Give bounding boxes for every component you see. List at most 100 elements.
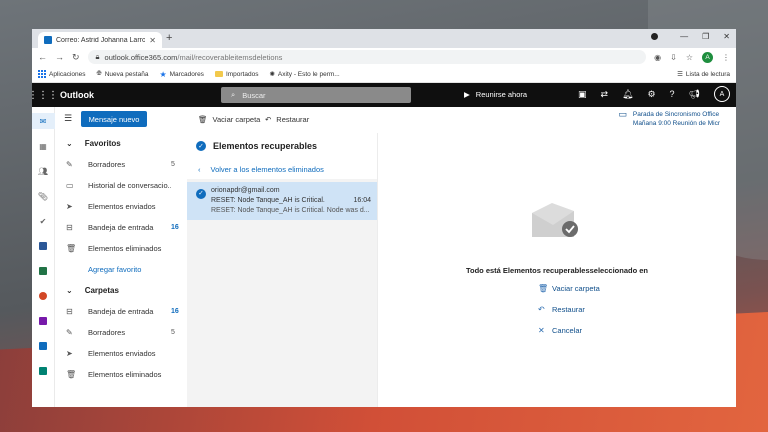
- settings-gear-icon[interactable]: ⚙: [647, 89, 655, 100]
- bookmark-markers[interactable]: ★ Marcadores: [159, 70, 204, 79]
- tab-title: Correo: Astrid Johanna Larrota C: [56, 36, 146, 44]
- outlook-brand[interactable]: Outlook: [60, 90, 94, 100]
- reading-list[interactable]: ☰ Lista de lectura: [677, 70, 730, 79]
- folder-item-inbox[interactable]: ⊟ Bandeja de entrada 16: [55, 301, 187, 322]
- message-subject: RESET: Node Tanque_AH is Critical.: [211, 197, 325, 204]
- envelope-check-illustration-icon: [532, 203, 578, 237]
- browser-tab[interactable]: Correo: Astrid Johanna Larrota C ✕: [38, 32, 162, 48]
- folders-header[interactable]: ⌄ Carpetas: [55, 280, 187, 301]
- close-icon: ✕: [538, 326, 545, 335]
- install-icon[interactable]: ⇩: [670, 53, 677, 62]
- chevron-down-icon: ⌄: [66, 286, 73, 295]
- app-rail: ✉ ▦ 👥︎ 📎︎ ✔: [32, 107, 55, 407]
- bell-icon[interactable]: 🔔︎: [622, 89, 633, 100]
- globe-icon: 🌐︎: [96, 70, 102, 77]
- address-bar[interactable]: 🔒︎ outlook.office365.com/mail/recoverabl…: [87, 50, 647, 64]
- close-tab-icon[interactable]: ✕: [149, 36, 156, 45]
- message-preview: RESET: Node Tanque_AH is Critical. Node …: [211, 207, 370, 214]
- folder-icon: [214, 71, 223, 77]
- meet-now-button[interactable]: ▶ Reunirse ahora: [464, 90, 527, 99]
- bookmarks-bar: Aplicaciones 🌐︎ Nueva pestaña ★ Marcadores…: [32, 66, 736, 83]
- excel-icon[interactable]: [37, 263, 50, 279]
- star-icon: ★: [159, 69, 167, 79]
- calendar-icon[interactable]: ▦: [37, 138, 50, 154]
- send-icon: ➤: [66, 349, 73, 358]
- folder-item-deleted[interactable]: 🗑︎ Elementos eliminados: [55, 364, 187, 385]
- reading-empty-folder-button[interactable]: 🗑︎ Vaciar carpeta: [538, 284, 600, 293]
- outlook-body: ✉ ▦ 👥︎ 📎︎ ✔ ☰ Mensaje nuevo 🗑︎ Vaciar ca…: [32, 107, 736, 407]
- outlook-header: ⋮⋮⋮ Outlook ⌕ Buscar ▶ Reunirse ahora ▣ …: [32, 83, 736, 107]
- reload-icon[interactable]: ↻: [72, 52, 80, 63]
- attachment-icon[interactable]: 📎︎: [37, 188, 50, 204]
- forward-icon[interactable]: →: [55, 52, 64, 62]
- pencil-icon: ✎: [66, 328, 73, 337]
- command-bar: ☰ Mensaje nuevo 🗑︎ Vaciar carpeta ↶ Rest…: [55, 107, 736, 133]
- add-favorite-link[interactable]: Agregar favorito: [55, 259, 187, 280]
- close-window-icon[interactable]: ✕: [723, 32, 730, 41]
- app-launcher-icon[interactable]: ⋮⋮⋮: [32, 90, 58, 101]
- search-box[interactable]: ⌕ Buscar: [221, 87, 411, 103]
- teams-icon[interactable]: ▣: [578, 89, 587, 100]
- folder-item-deleted[interactable]: 🗑︎ Elementos eliminados: [55, 238, 187, 259]
- window-controls: — ❐ ✕: [651, 32, 730, 41]
- message-list-title: Elementos recuperables: [213, 141, 318, 151]
- folder-item-sent[interactable]: ➤ Elementos enviados: [55, 343, 187, 364]
- help-icon[interactable]: ?: [670, 89, 675, 99]
- undo-icon: ↶: [538, 305, 545, 314]
- trash-icon: 🗑︎: [538, 284, 549, 293]
- upcoming-event[interactable]: ▭ Parada de Sincronismo Office Mañana 9:…: [618, 110, 720, 128]
- record-icon[interactable]: [651, 33, 659, 40]
- trash-icon: 🗑︎: [198, 115, 208, 124]
- back-icon[interactable]: ←: [38, 52, 47, 62]
- folder-item-drafts[interactable]: ✎ Borradores 5: [55, 154, 187, 175]
- onenote-icon[interactable]: [37, 313, 50, 329]
- event-title: Parada de Sincronismo Office: [632, 111, 720, 118]
- folder-item-history[interactable]: ▭ Historial de conversacio...: [55, 175, 187, 196]
- power-automate-icon[interactable]: [37, 338, 50, 354]
- menu-kebab-icon[interactable]: ⋮: [722, 53, 730, 62]
- restore-button[interactable]: ↶ Restaurar: [265, 115, 309, 124]
- new-message-button[interactable]: Mensaje nuevo: [81, 111, 147, 127]
- eye-icon[interactable]: ◉: [654, 53, 661, 62]
- hamburger-menu-icon[interactable]: ☰: [64, 113, 72, 124]
- apps-grid-icon: [38, 70, 46, 78]
- folder-item-drafts[interactable]: ✎ Borradores 5: [55, 322, 187, 343]
- sync-icon[interactable]: ⇄: [600, 89, 608, 100]
- bookmark-axity[interactable]: ✺ Axity - Esto le perm...: [269, 70, 339, 79]
- url-domain: outlook.office365.com: [104, 52, 178, 62]
- address-bar-row: ← → ↻ 🔒︎ outlook.office365.com/mail/reco…: [32, 48, 736, 66]
- people-icon[interactable]: 👥︎: [37, 163, 50, 179]
- bookmark-new-tab[interactable]: 🌐︎ Nueva pestaña: [97, 70, 149, 78]
- bookmark-star-icon[interactable]: ☆: [686, 53, 693, 62]
- favorites-header[interactable]: ⌄ Favoritos: [55, 133, 187, 154]
- video-camera-icon: ▶: [464, 90, 470, 99]
- profile-avatar[interactable]: A: [702, 51, 713, 63]
- bookmark-apps[interactable]: Aplicaciones: [38, 70, 86, 78]
- reading-cancel-button[interactable]: ✕ Cancelar: [538, 326, 582, 335]
- mail-icon[interactable]: ✉: [32, 113, 55, 129]
- feedback-megaphone-icon[interactable]: 📢︎: [689, 89, 700, 100]
- restore-window-icon[interactable]: ❐: [702, 32, 709, 41]
- todo-icon[interactable]: ✔: [37, 213, 50, 229]
- send-icon: ➤: [66, 202, 73, 211]
- word-icon[interactable]: [37, 238, 50, 254]
- message-item[interactable]: ✓ orionapdr@gmail.com RESET: Node Tanque…: [187, 182, 377, 220]
- powerpoint-icon[interactable]: [37, 288, 50, 304]
- folder-item-sent[interactable]: ➤ Elementos enviados: [55, 196, 187, 217]
- minimize-icon[interactable]: —: [680, 32, 688, 41]
- chevron-left-icon: ‹: [198, 164, 201, 174]
- bookmark-imported[interactable]: Importados: [214, 71, 258, 78]
- select-all-check-icon[interactable]: ✓: [196, 141, 206, 151]
- back-to-deleted-link[interactable]: ‹ Volver a los elementos eliminados: [187, 159, 377, 179]
- sway-icon[interactable]: [37, 363, 50, 379]
- inbox-icon: ⊟: [66, 307, 73, 316]
- selected-check-icon[interactable]: ✓: [196, 189, 206, 199]
- event-time: Mañana 9:00 Reunión de Micr: [632, 120, 720, 127]
- reading-restore-button[interactable]: ↶ Restaurar: [538, 305, 585, 314]
- folder-item-inbox[interactable]: ⊟ Bandeja de entrada 16: [55, 217, 187, 238]
- new-tab-icon[interactable]: +: [166, 32, 172, 44]
- empty-folder-button[interactable]: 🗑︎ Vaciar carpeta: [198, 115, 260, 124]
- account-avatar[interactable]: A: [714, 86, 730, 102]
- selection-message: Todo está Elementos recuperablesseleccio…: [465, 266, 648, 275]
- inbox-icon: ⊟: [66, 223, 73, 232]
